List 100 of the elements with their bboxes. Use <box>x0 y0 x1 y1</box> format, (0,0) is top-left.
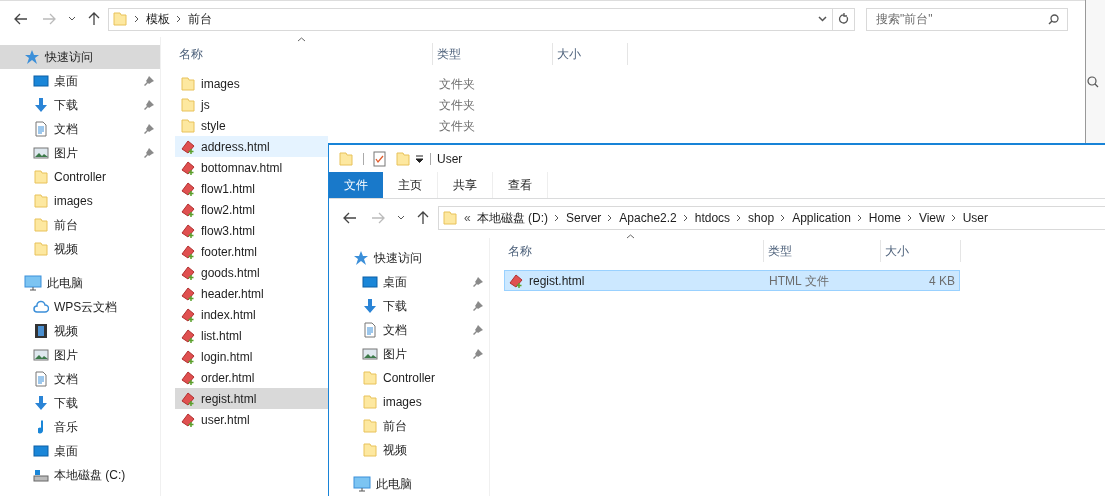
breadcrumb[interactable]: Server <box>566 209 602 228</box>
nav-item[interactable]: 前台 <box>0 213 160 237</box>
back-arrow-icon[interactable] <box>14 13 28 25</box>
nav-item[interactable]: 桌面 <box>0 439 160 463</box>
file-row[interactable]: list.html <box>175 325 328 346</box>
address-bar[interactable]: 模板 前台 <box>108 7 833 31</box>
breadcrumb[interactable]: Apache2.2 <box>619 209 677 228</box>
ribbon-tab[interactable]: 查看 <box>493 172 548 198</box>
column-header[interactable]: 名称 <box>175 43 433 65</box>
star-icon <box>353 250 369 266</box>
overflow-chevron[interactable]: « <box>464 209 471 228</box>
breadcrumb[interactable]: 模板 <box>146 10 170 28</box>
nav-item[interactable]: images <box>0 189 160 213</box>
star-icon <box>24 49 40 65</box>
html-file-icon <box>180 411 196 428</box>
nav-item[interactable]: 图片 <box>329 342 489 366</box>
nav-item[interactable]: 视频 <box>0 319 160 343</box>
folder-icon <box>362 442 378 458</box>
file-row[interactable]: regist.html HTML 文件 4 KB <box>504 270 960 291</box>
nav-item[interactable]: 桌面 <box>0 69 160 93</box>
nav-item[interactable]: 视频 <box>0 237 160 261</box>
file-row[interactable]: flow3.html <box>175 220 328 241</box>
nav-item[interactable]: WPS云文档 <box>0 295 160 319</box>
column-header[interactable]: 名称 <box>504 240 764 262</box>
nav-item[interactable]: 快速访问 <box>0 45 160 69</box>
file-row[interactable]: js 文件夹 <box>175 94 628 115</box>
folder-icon <box>362 394 378 410</box>
file-row[interactable]: footer.html <box>175 241 328 262</box>
nav-item[interactable]: 文档 <box>329 318 489 342</box>
html-file-icon <box>180 390 196 407</box>
nav-item[interactable]: images <box>329 390 489 414</box>
file-row[interactable]: images 文件夹 <box>175 73 628 94</box>
drive-icon <box>33 467 49 483</box>
file-row[interactable]: style 文件夹 <box>175 115 628 136</box>
file-row[interactable]: user.html <box>175 409 328 430</box>
nav-item[interactable]: 视频 <box>329 438 489 462</box>
desktop-icon <box>362 274 378 290</box>
breadcrumb[interactable]: htdocs <box>694 209 731 228</box>
file-row[interactable]: login.html <box>175 346 328 367</box>
dropdown-caret-icon[interactable] <box>818 16 827 22</box>
nav-item[interactable]: 快速访问 <box>329 246 489 270</box>
up-arrow-icon[interactable] <box>88 12 100 26</box>
up-arrow-icon[interactable] <box>417 211 429 226</box>
checklist-icon[interactable] <box>373 150 386 167</box>
nav-item[interactable]: 桌面 <box>329 270 489 294</box>
nav-item[interactable]: 图片 <box>0 141 160 165</box>
music-note-icon <box>38 419 44 435</box>
breadcrumb[interactable]: 本地磁盘 (D:) <box>476 209 548 228</box>
nav-item[interactable]: 文档 <box>0 117 160 141</box>
nav-label: 桌面 <box>54 443 79 460</box>
breadcrumb[interactable]: Home <box>868 209 901 228</box>
column-header[interactable]: 大小 <box>881 240 961 262</box>
nav-item[interactable]: 音乐 <box>0 415 160 439</box>
nav-item[interactable]: Controller <box>329 366 489 390</box>
nav-item[interactable]: Controller <box>0 165 160 189</box>
file-row[interactable]: order.html <box>175 367 328 388</box>
breadcrumb[interactable]: Application <box>792 209 851 228</box>
nav-item[interactable]: 本地磁盘 (C:) <box>0 463 160 487</box>
nav-item[interactable]: 此电脑 <box>0 271 160 295</box>
nav-item[interactable]: 图片 <box>0 343 160 367</box>
desktop-icon <box>33 443 49 459</box>
nav-item[interactable]: 下载 <box>0 391 160 415</box>
file-row[interactable]: index.html <box>175 304 328 325</box>
file-name: list.html <box>201 327 242 345</box>
nav-item[interactable]: 文档 <box>0 367 160 391</box>
refresh-button[interactable] <box>833 7 855 31</box>
dropdown-caret-icon[interactable] <box>415 154 424 163</box>
file-row[interactable]: goods.html <box>175 262 328 283</box>
column-header[interactable]: 类型 <box>433 43 553 65</box>
address-bar[interactable]: « 本地磁盘 (D:) Server Apache2.2 htdocs shop Application Home View User <box>438 206 1105 231</box>
back-arrow-icon[interactable] <box>343 212 357 225</box>
breadcrumb[interactable]: User <box>962 209 988 228</box>
ribbon-tab[interactable]: 共享 <box>438 172 493 198</box>
breadcrumb[interactable]: View <box>918 209 945 228</box>
nav-item[interactable]: 下载 <box>0 93 160 117</box>
file-row[interactable]: bottomnav.html <box>175 157 328 178</box>
nav-item[interactable]: 下载 <box>329 294 489 318</box>
file-row[interactable]: regist.html <box>175 388 328 409</box>
column-header[interactable]: 类型 <box>764 240 881 262</box>
file-row[interactable]: flow2.html <box>175 199 328 220</box>
cloud-icon <box>33 299 49 315</box>
html-file-icon <box>180 369 196 386</box>
file-row[interactable]: address.html <box>175 136 328 157</box>
picture-icon <box>33 145 49 161</box>
nav-item[interactable]: 此电脑 <box>329 472 489 496</box>
search-field[interactable]: 搜索"前台" <box>866 7 1068 31</box>
breadcrumb[interactable]: shop <box>748 209 775 228</box>
ribbon-tab[interactable]: 文件 <box>329 172 383 198</box>
file-row[interactable]: flow1.html <box>175 178 328 199</box>
file-size: 4 KB <box>928 272 956 290</box>
pin-icon <box>473 277 483 287</box>
nav-item[interactable]: 前台 <box>329 414 489 438</box>
film-icon <box>33 323 49 339</box>
document-icon <box>33 121 49 137</box>
dropdown-caret-icon[interactable] <box>397 215 405 222</box>
ribbon-tab[interactable]: 主页 <box>383 172 438 198</box>
file-row[interactable]: header.html <box>175 283 328 304</box>
dropdown-caret-icon[interactable] <box>68 16 76 22</box>
column-header[interactable]: 大小 <box>553 43 628 65</box>
breadcrumb[interactable]: 前台 <box>188 10 212 28</box>
